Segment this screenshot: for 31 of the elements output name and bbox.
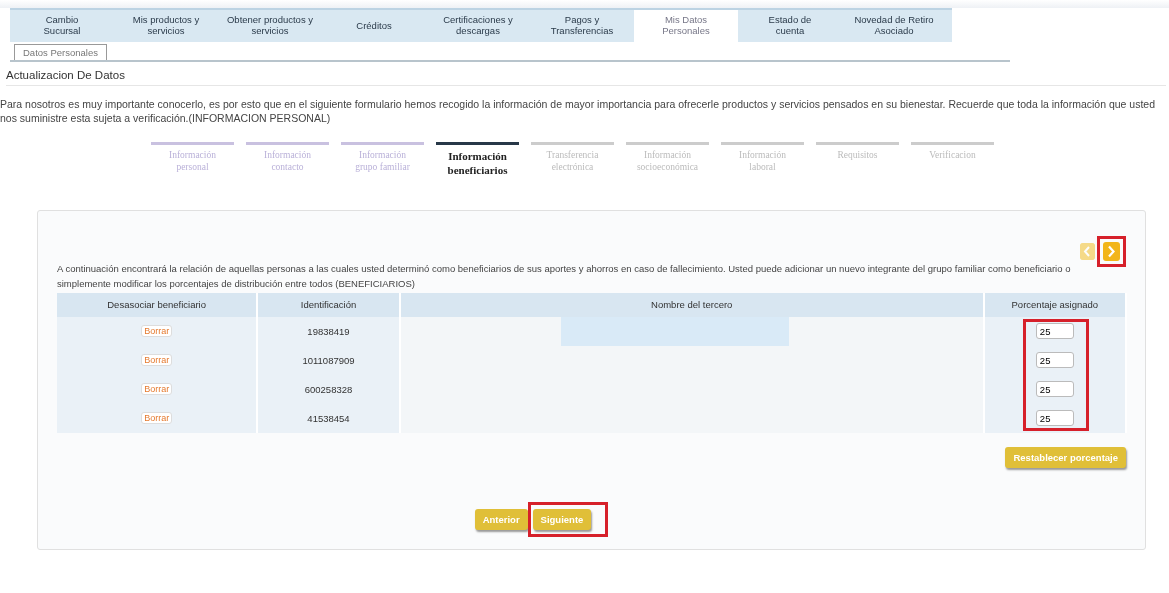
- column-header: Desasociar beneficiario: [107, 299, 206, 310]
- nav-tab[interactable]: Obtener productos y servicios: [218, 10, 322, 42]
- nav-tab[interactable]: Créditos: [322, 10, 426, 42]
- percent-field[interactable]: 25: [1035, 410, 1074, 426]
- delete-link[interactable]: Borrar: [141, 325, 173, 337]
- sub-tab[interactable]: Datos Personales: [14, 44, 107, 60]
- intro-text: Para nosotros es muy importante conocerlo, es por esto que en el siguiente formulario hemos recogido la información de mayor importancia para ofrecerle productos y servicios pensados en su bienestar. Recuerde que toda la información que usted nos suministre esta sujeta a verificación.(INFORMACION PERSONAL): [0, 97, 1157, 125]
- description-text: A continuación encontrará la relación de aquellas personas a las cuales usted determinó como beneficiarios de sus aportes y ahorros en caso de fallecimiento. Usted puede adicionar un nuevo integrante del grupo familiar como beneficiario o simplemente modificar los porcentajes de distribución entre todos (BENEFICIARIOS): [57, 261, 1072, 291]
- nav-tab[interactable]: Estado de cuenta: [738, 10, 842, 42]
- column-header: Identificación: [300, 299, 357, 310]
- nav-tab[interactable]: Pagos y Transferencias: [530, 10, 634, 42]
- column-header: Porcentaje asignado: [1011, 299, 1099, 310]
- nav-tab[interactable]: Mis Datos Personales: [634, 10, 738, 42]
- delete-link[interactable]: Borrar: [141, 383, 173, 395]
- percent-field[interactable]: 25: [1035, 381, 1074, 397]
- percent-field[interactable]: 25: [1035, 352, 1074, 368]
- table-cell: 41538454: [307, 412, 350, 424]
- delete-link[interactable]: Borrar: [141, 412, 173, 424]
- table-cell: 1011087909: [302, 354, 355, 366]
- percent-field[interactable]: 25: [1035, 323, 1074, 339]
- nav-tab[interactable]: Mis productos y servicios: [114, 10, 218, 42]
- nav-tab[interactable]: Novedad de Retiro Asociado: [842, 10, 946, 42]
- column-header: Nombre del tercero: [651, 299, 733, 310]
- wizard-step[interactable]: Información beneficiarios: [436, 142, 519, 178]
- table-cell: 600258328: [304, 383, 353, 395]
- delete-link[interactable]: Borrar: [141, 354, 173, 366]
- back-arrow-icon[interactable]: [1080, 243, 1095, 260]
- table-cell: 19838419: [307, 325, 350, 337]
- nav-tab[interactable]: Cambio Sucursal: [10, 10, 114, 42]
- nav-tab[interactable]: Certificaciones y descargas: [426, 10, 530, 42]
- page-title: Actualizacion De Datos: [6, 69, 1166, 86]
